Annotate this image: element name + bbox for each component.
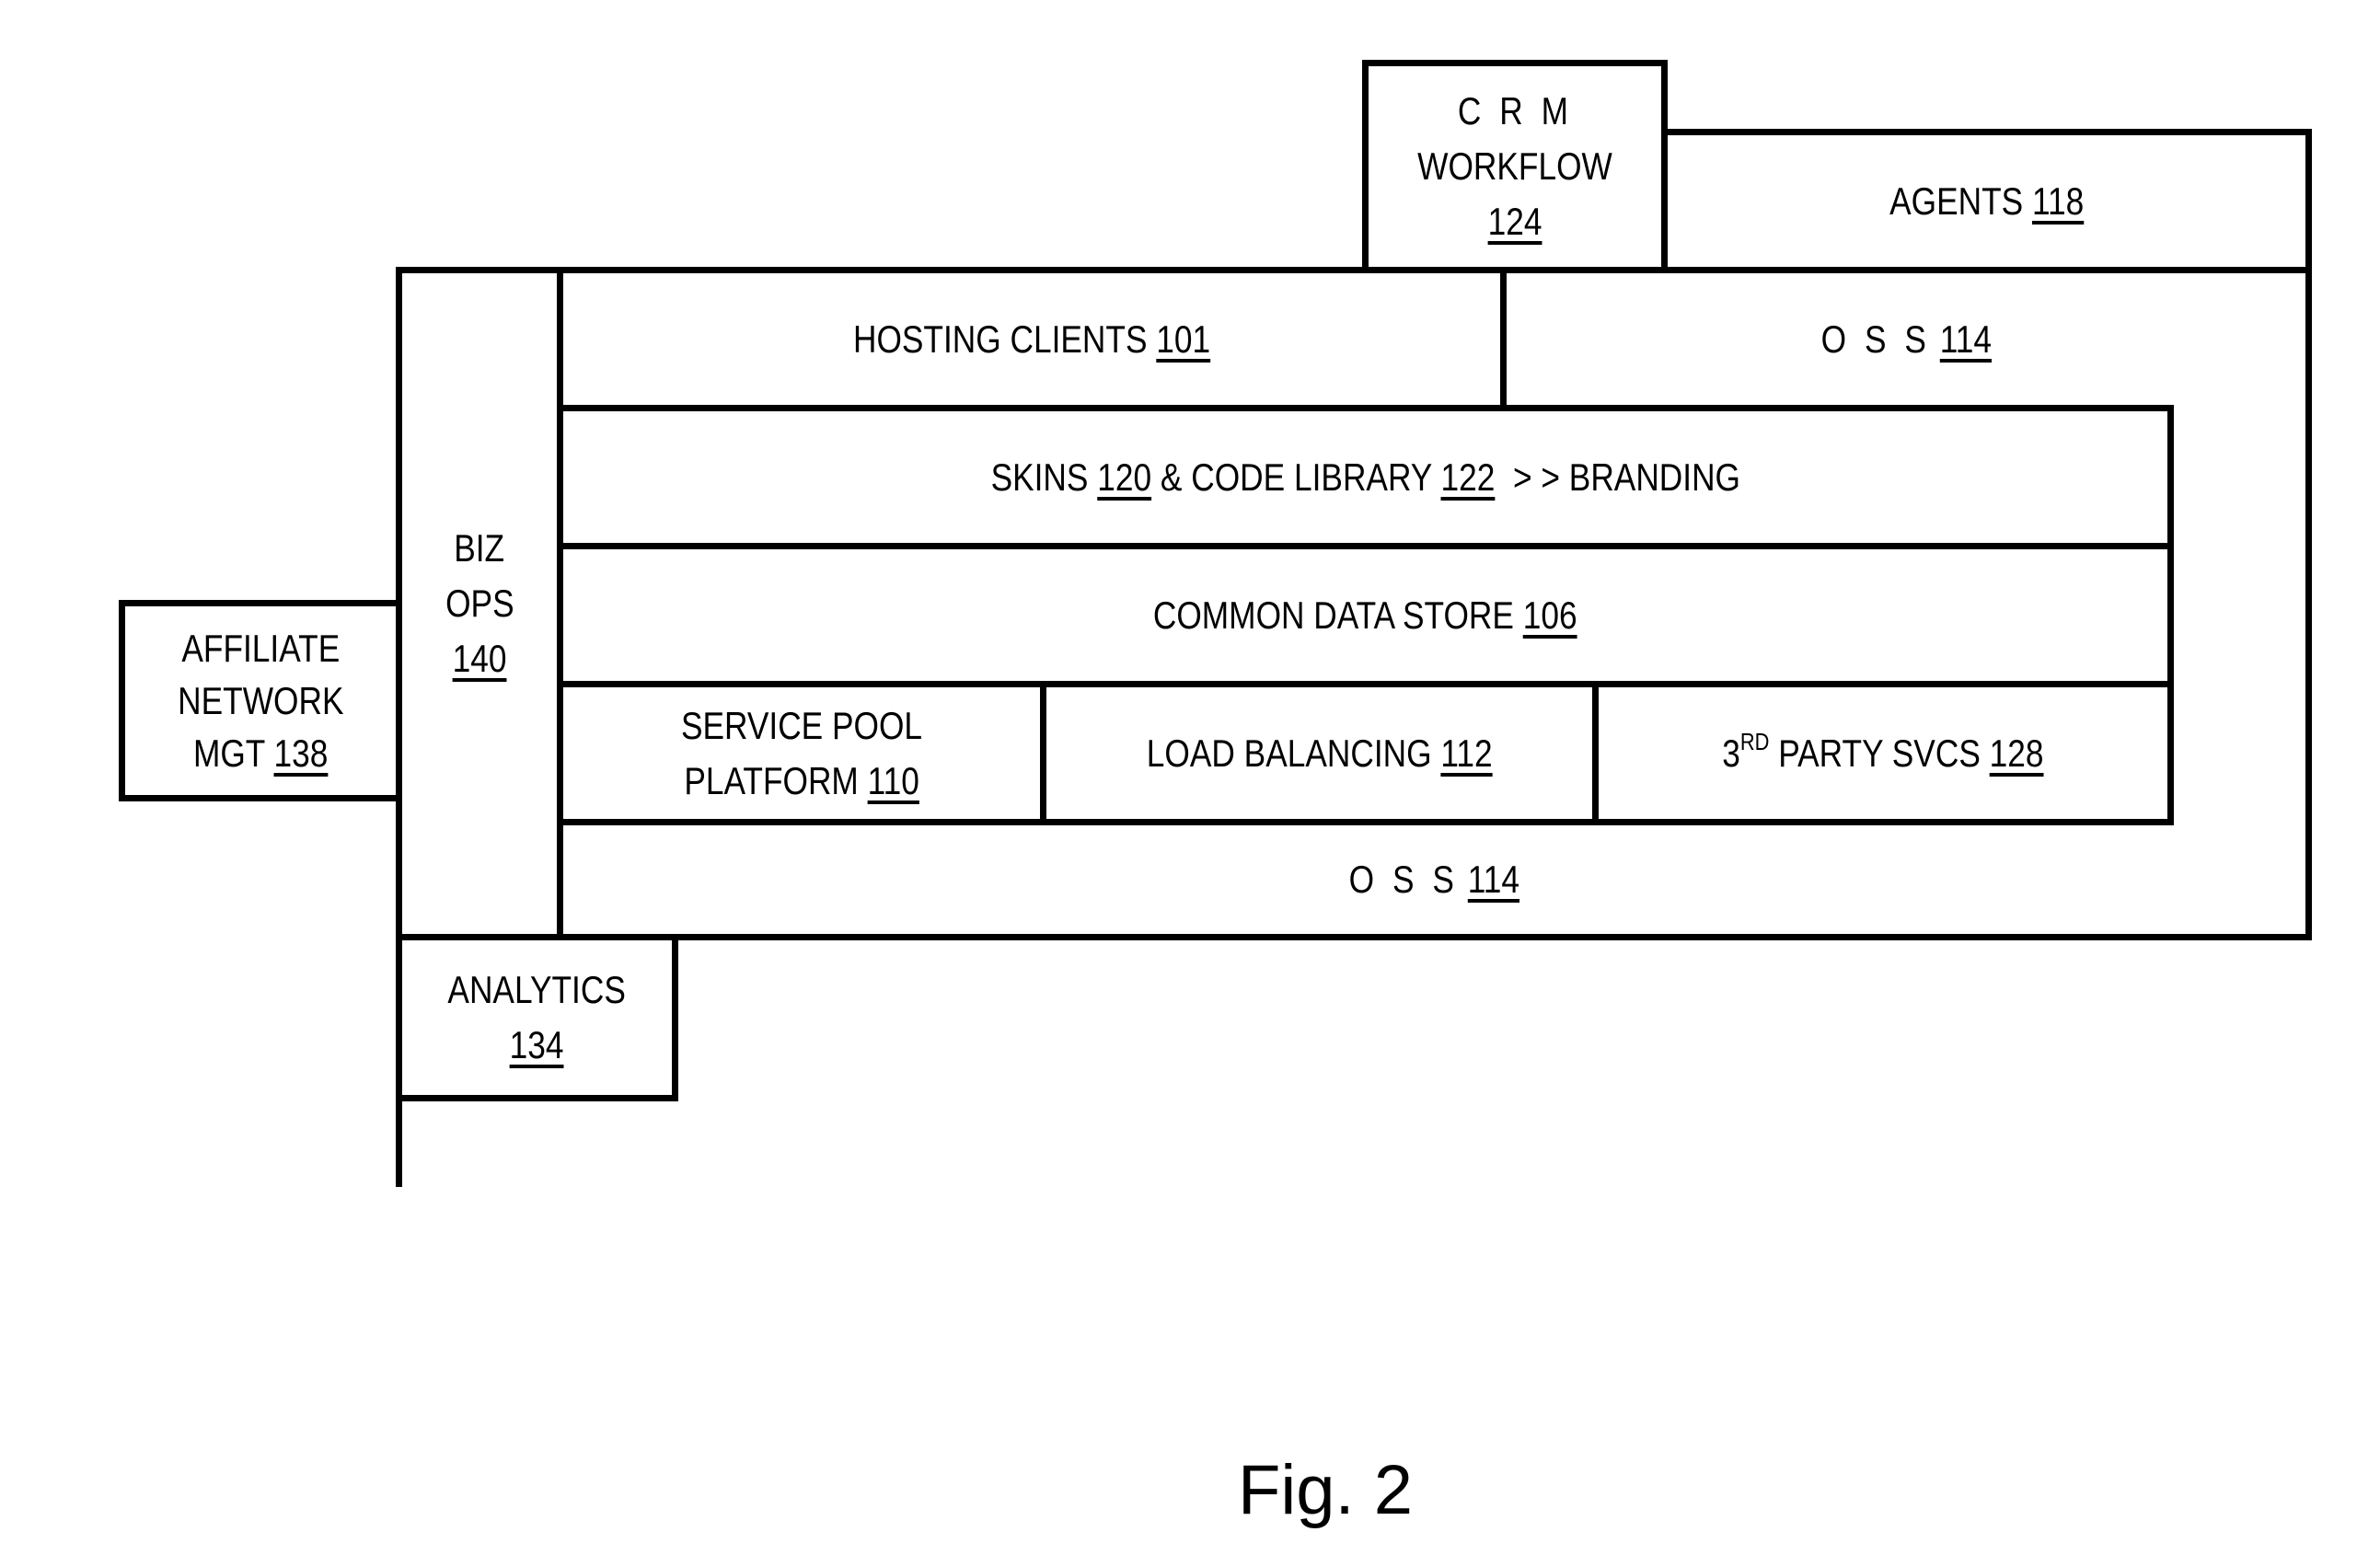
agents-ref: 118 [2031,179,2085,223]
crm-workflow-ref: 124 [1487,200,1542,243]
oss-bottom-ref: 114 [1467,858,1520,901]
analytics-ref: 134 [510,1023,564,1066]
analytics-label: ANALYTICS [447,968,627,1011]
hosting-oss-divider [1500,267,1507,411]
inner-box-bottom-border [557,819,2174,825]
outer-box-right-border [2305,129,2312,940]
third-party-ref: 128 [1989,731,2044,775]
analytics-box-right-border [672,934,678,1101]
skins-label: SKINS [990,455,1089,499]
load-balancing-label: LOAD BALANCING [1146,731,1432,775]
third-party-svcs-block: 3RD PARTY SVCS 128 [1599,687,2167,819]
hosting-clients-block: HOSTING CLIENTS 101 [563,273,1500,405]
biz-ops-line1: BIZ [454,526,505,570]
service-pool-lb-divider [1040,681,1046,825]
oss-top-ref: 114 [1939,317,1992,361]
affiliate-line2: NETWORK [177,679,344,722]
analytics-block: ANALYTICS 134 [402,940,672,1095]
branding-label: > > BRANDING [1512,455,1740,499]
affiliate-box-left-border [119,600,125,801]
crm-box-right-border [1661,60,1668,273]
affiliate-box-bottom-border [119,795,402,801]
affiliate-mgt-label: MGT [192,731,265,775]
crm-workflow-line1: C R M [1457,89,1573,132]
outer-box-bottom-border [396,934,2312,940]
load-balancing-ref: 112 [1440,731,1493,775]
affiliate-network-mgt-block: AFFILIATE NETWORK MGT 138 [125,606,396,795]
agents-block: AGENTS 118 [1668,135,2305,267]
oss-top-label: O S S [1820,317,1931,361]
hosting-clients-ref: 101 [1156,317,1211,361]
crm-box-left-border [1362,60,1369,273]
skins-code-library-block: SKINS 120 & CODE LIBRARY 122 > > BRANDIN… [563,411,2167,543]
crm-box-top-border [1362,60,1668,66]
analytics-box-bottom-border [396,1095,678,1101]
biz-ops-divider [557,267,563,940]
code-library-label: & CODE LIBRARY [1160,455,1432,499]
oss-bottom-block: O S S 114 [563,825,2305,934]
outer-box-top-border [396,267,2312,273]
hosting-clients-label: HOSTING CLIENTS [852,317,1148,361]
load-balancing-block: LOAD BALANCING 112 [1046,687,1592,819]
third-party-sup: RD [1739,727,1770,755]
figure-caption: Fig. 2 [1237,1451,1414,1529]
common-data-store-label: COMMON DATA STORE [1153,593,1515,637]
service-pool-ref: 110 [867,758,919,802]
service-pool-line1: SERVICE POOL [680,703,923,747]
oss-bottom-label: O S S [1348,858,1460,901]
service-pool-platform-block: SERVICE POOL PLATFORM 110 [563,687,1040,819]
common-data-store-ref: 106 [1522,593,1577,637]
third-party-num: 3 [1722,731,1740,775]
third-party-label: PARTY SVCS [1778,731,1981,775]
oss-top-block: O S S 114 [1507,273,2305,405]
lb-third-party-divider [1592,681,1599,825]
biz-ops-ref: 140 [452,637,507,680]
common-data-store-block: COMMON DATA STORE 106 [563,549,2167,681]
agents-label: AGENTS [1889,179,2024,223]
affiliate-box-top-border [119,600,402,606]
agents-box-top-border [1661,129,2312,135]
platform-label: PLATFORM [684,758,859,802]
skins-ref: 120 [1096,455,1151,499]
skins-cds-divider [557,543,2174,549]
affiliate-ref: 138 [273,731,329,775]
biz-ops-line2: OPS [445,582,514,625]
affiliate-line1: AFFILIATE [181,627,340,670]
biz-ops-block: BIZ OPS 140 [402,273,557,934]
cds-bottom-row-divider [557,681,2174,687]
inner-box-top-border [557,405,2174,411]
inner-box-right-border [2167,405,2174,825]
crm-workflow-line2: WORKFLOW [1417,144,1612,188]
outer-box-left-border [396,267,402,1187]
code-library-ref: 122 [1440,455,1496,499]
crm-workflow-block: C R M WORKFLOW 124 [1369,66,1661,267]
